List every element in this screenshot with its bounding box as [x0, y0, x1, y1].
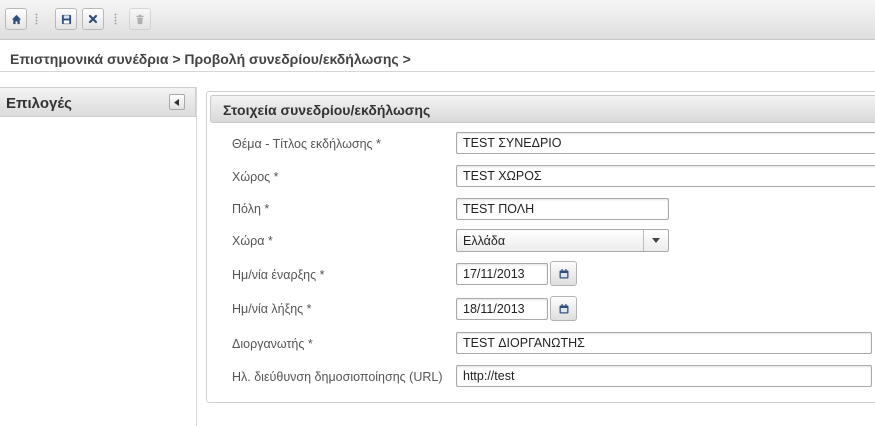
city-input[interactable]	[456, 198, 669, 220]
trash-icon	[136, 14, 144, 24]
save-icon	[61, 14, 71, 24]
chevron-down-icon	[652, 238, 660, 243]
calendar-icon	[559, 303, 568, 313]
sidebar: Επιλογές	[0, 87, 197, 426]
sidebar-title: Επιλογές	[6, 95, 72, 112]
city-label: Πόλη *	[232, 202, 270, 216]
end-date-picker-button[interactable]	[550, 296, 577, 321]
url-input[interactable]	[456, 365, 872, 387]
dropdown-arrow[interactable]	[643, 230, 668, 251]
url-label: Ηλ. διεύθυνση δημοσιοποίησης (URL)	[232, 370, 443, 384]
home-icon	[11, 14, 21, 24]
country-select[interactable]: Ελλάδα	[456, 229, 669, 252]
start-date-input[interactable]	[456, 263, 548, 285]
event-title-label: Θέμα - Τίτλος εκδήλωσης *	[232, 137, 381, 151]
country-label: Χώρα *	[232, 234, 273, 248]
organizer-label: Διοργανωτής *	[232, 337, 313, 351]
close-icon	[88, 14, 98, 24]
end-date-label: Ημ/νία λήξης *	[232, 302, 312, 316]
venue-input[interactable]	[456, 165, 875, 187]
toolbar	[0, 0, 875, 40]
toolbar-separator	[35, 13, 38, 25]
toolbar-separator	[114, 13, 117, 25]
chevron-left-icon	[174, 98, 179, 106]
start-date-label: Ημ/νία έναρξης *	[232, 268, 325, 282]
home-button[interactable]	[5, 8, 27, 30]
venue-label: Χώρος *	[232, 170, 279, 184]
start-date-picker-button[interactable]	[550, 261, 577, 286]
save-button[interactable]	[55, 8, 77, 30]
panel-header: Στοιχεία συνεδρίου/εκδήλωσης	[210, 95, 875, 123]
panel-title: Στοιχεία συνεδρίου/εκδήλωσης	[223, 102, 431, 118]
organizer-input[interactable]	[456, 332, 872, 354]
breadcrumb: Επιστημονικά συνέδρια > Προβολή συνεδρίο…	[10, 51, 411, 67]
event-title-input[interactable]	[456, 132, 875, 154]
breadcrumb-divider	[0, 71, 875, 72]
calendar-icon	[559, 268, 568, 278]
country-selected-value: Ελλάδα	[463, 234, 506, 248]
sidebar-collapse-button[interactable]	[169, 94, 185, 110]
delete-button[interactable]	[129, 8, 151, 30]
sidebar-header: Επιλογές	[0, 87, 196, 117]
end-date-input[interactable]	[456, 298, 548, 320]
close-button[interactable]	[82, 8, 104, 30]
